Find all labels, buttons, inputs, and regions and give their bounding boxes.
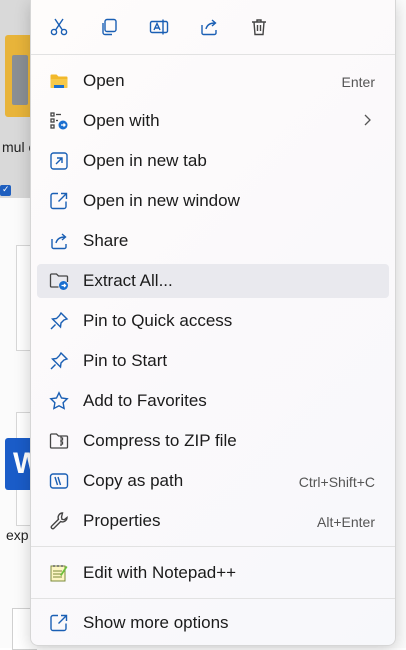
share-button[interactable] (191, 10, 227, 44)
menu-item-add-favorites[interactable]: Add to Favorites (37, 384, 389, 418)
zip-zipper-icon (12, 55, 28, 105)
menu-item-compress-zip[interactable]: Compress to ZIP file (37, 424, 389, 458)
share-icon (49, 231, 69, 251)
new-tab-icon (49, 151, 69, 171)
menu-item-label: Extract All... (83, 271, 173, 290)
wrench-icon (49, 511, 69, 531)
scissors-icon (50, 18, 68, 36)
share-icon (201, 19, 217, 36)
open-with-icon (49, 111, 69, 131)
menu-item-label: Open with (83, 111, 160, 130)
menu-item-label: Open (83, 71, 125, 90)
menu-item-extract-all[interactable]: Extract All... (37, 264, 389, 298)
menu-item-label: Edit with Notepad++ (83, 563, 237, 582)
menu-item-label: Properties (83, 511, 161, 530)
menu-item-properties[interactable]: Properties Alt+Enter (37, 504, 389, 538)
zip-icon (49, 431, 69, 451)
pin-icon (49, 351, 69, 371)
star-icon (49, 391, 69, 411)
menu-item-show-more-options[interactable]: Show more options (37, 606, 389, 640)
menu-item-shortcut: Ctrl+Shift+C (298, 474, 375, 490)
menu-item-label: Copy as path (83, 471, 184, 490)
menu-item-label: Open in new window (83, 191, 240, 210)
menu-item-label: Pin to Quick access (83, 311, 233, 330)
menu-item-label: Share (83, 231, 129, 250)
menu-item-label: Pin to Start (83, 351, 168, 370)
menu-item-pin-start[interactable]: Pin to Start (37, 344, 389, 378)
menu-item-label: Compress to ZIP file (83, 431, 237, 450)
menu-item-edit-notepadpp[interactable]: Edit with Notepad++ (37, 556, 389, 590)
folder-icon (49, 71, 69, 91)
menu-item-open-new-window[interactable]: Open in new window (37, 184, 389, 218)
new-window-icon (49, 191, 69, 211)
menu-item-pin-quick-access[interactable]: Pin to Quick access (37, 304, 389, 338)
delete-button[interactable] (241, 10, 277, 44)
menu-separator (31, 598, 395, 599)
menu-item-label: Show more options (83, 613, 229, 632)
show-more-icon (49, 613, 69, 633)
rename-button[interactable] (141, 10, 177, 44)
rename-icon (149, 19, 169, 35)
menu-item-label: Add to Favorites (83, 391, 207, 410)
menu-item-open-new-tab[interactable]: Open in new tab (37, 144, 389, 178)
menu-separator (31, 546, 395, 547)
extract-icon (49, 271, 69, 291)
copy-icon (102, 18, 117, 36)
context-menu: Open Enter Open with Open in new tab Ope… (30, 0, 396, 646)
context-menu-toolbar (31, 0, 395, 52)
file-select-checkbox[interactable] (0, 184, 11, 196)
menu-item-copy-as-path[interactable]: Copy as path Ctrl+Shift+C (37, 464, 389, 498)
cut-button[interactable] (41, 10, 77, 44)
menu-item-shortcut: Alt+Enter (317, 514, 375, 530)
trash-icon (252, 19, 266, 36)
menu-separator (31, 54, 395, 55)
menu-item-shortcut: Enter (341, 74, 375, 90)
notepadpp-icon (49, 563, 69, 583)
menu-item-open-with[interactable]: Open with (37, 104, 389, 138)
chevron-right-icon (359, 110, 375, 130)
pin-icon (49, 311, 69, 331)
menu-item-label: Open in new tab (83, 151, 207, 170)
copy-button[interactable] (91, 10, 127, 44)
copy-path-icon (49, 471, 69, 491)
menu-item-open[interactable]: Open Enter (37, 64, 389, 98)
menu-item-share[interactable]: Share (37, 224, 389, 258)
